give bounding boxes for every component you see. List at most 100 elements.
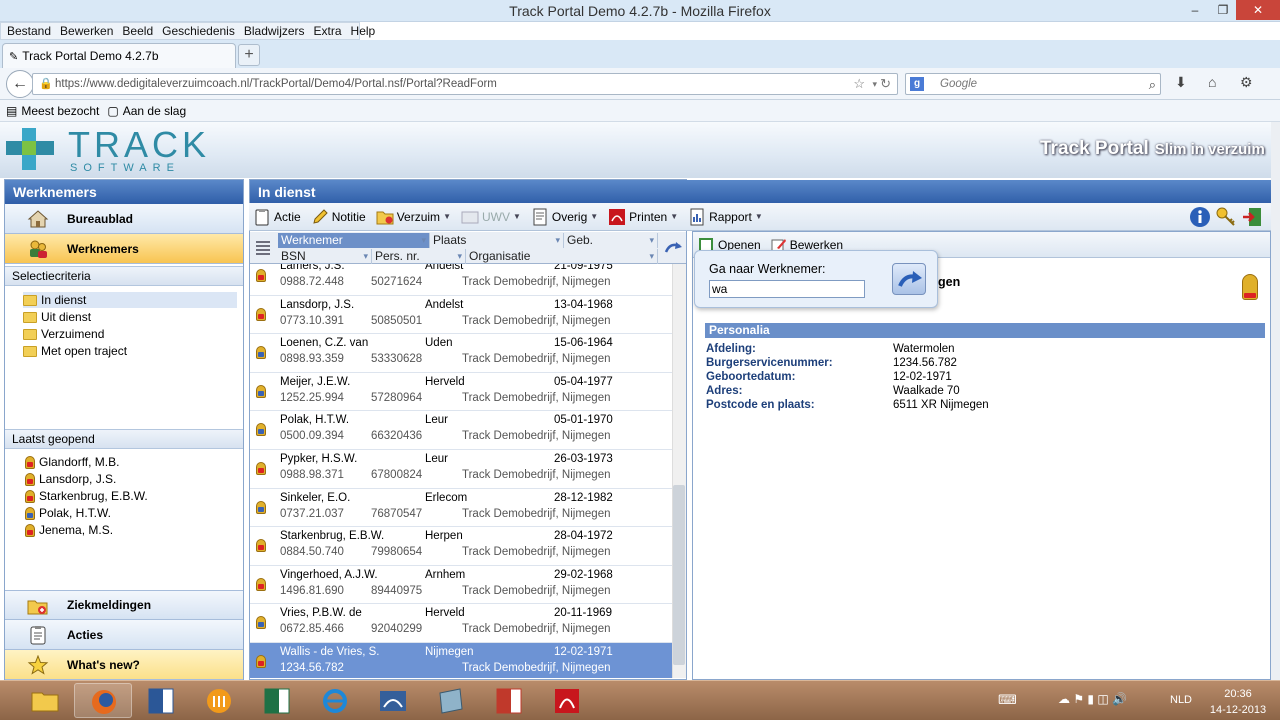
notitie-button[interactable]: Notitie [307,208,366,226]
overig-button[interactable]: Overig ▼ [527,208,598,226]
tree-verzuimend[interactable]: Verzuimend [23,326,104,342]
menu-beeld[interactable]: Beeld [118,24,158,38]
table-row[interactable]: Lansdorp, J.S. Andelst 13-04-1968 0773.10.3… [250,295,672,335]
table-row[interactable]: Loenen, C.Z. van Uden 15-06-1964 0898.93.35… [250,334,672,373]
menu-bestand[interactable]: Bestand [3,24,56,38]
table-row[interactable]: Wallis - de Vries, S. Nijmegen 12-02-1971 1… [250,643,672,678]
taskbar-app3[interactable] [422,683,480,718]
cell-dob: 28-04-1972 [554,530,613,543]
rapport-button[interactable]: Rapport ▼ [684,208,763,226]
uwv-button[interactable]: UWV ▼ [457,208,521,226]
col-pers-nr[interactable]: Pers. nr. [372,249,466,264]
logout-icon[interactable] [1241,206,1263,228]
main-toolbar: Actie Notitie Verzuim ▼ UWV ▼ Overig ▼ Prin… [249,203,1271,231]
taskbar-excel[interactable] [248,683,306,718]
home-icon[interactable]: ⌂ [1208,74,1216,90]
taskbar-acrobat[interactable] [538,683,596,718]
taskbar-ie[interactable] [306,683,364,718]
printen-button[interactable]: Printen ▼ [604,208,678,226]
list-menu-icon[interactable] [254,239,272,257]
table-row[interactable]: Polak, H.T.W. Leur 05-01-1970 0500.09.394 66… [250,411,672,450]
menu-extra[interactable]: Extra [310,24,347,38]
search-field[interactable]: g Google ⌕ [905,73,1161,95]
chevron-down-icon: ▼ [443,212,451,221]
table-row[interactable]: Pypker, H.S.W. Leur 26-03-1973 0988.98.371 6… [250,450,672,489]
list-scrollbar-thumb[interactable] [673,485,685,665]
cell-org: Track Demobedrijf, Nijmegen [462,546,611,559]
close-button[interactable]: ✕ [1236,0,1280,20]
col-organisatie[interactable]: Organisatie [466,249,658,264]
browser-tab[interactable]: ✎ Track Portal Demo 4.2.7b [2,43,236,68]
url-bar[interactable]: 🔒 https://www.dedigitaleverzuimcoach.nl/… [32,73,898,95]
menu-bewerken[interactable]: Bewerken [56,24,118,38]
menu-bladwijzers[interactable]: Bladwijzers [240,24,310,38]
taskbar-app2[interactable] [364,683,422,718]
taskbar-app[interactable] [190,683,248,718]
nav-bureaublad[interactable]: Bureaublad [5,204,243,234]
download-icon[interactable]: ⬇ [1175,74,1187,91]
minimize-button[interactable]: – [1180,0,1210,20]
menu-geschiedenis[interactable]: Geschiedenis [158,24,240,38]
left-panel: Werknemers Bureaublad Werknemers Selecti… [4,179,244,680]
goto-employee-input[interactable] [709,280,865,298]
page-scrollbar[interactable] [1271,122,1280,680]
table-row[interactable]: Sinkeler, E.O. Erlecom 28-12-1982 0737.21.0… [250,488,672,528]
nav-werknemers[interactable]: Werknemers [5,234,243,264]
taskbar-firefox[interactable] [74,683,132,718]
cell-bsn: 1496.81.690 [280,584,344,597]
nav-acties[interactable]: Acties [5,620,243,650]
taskbar-explorer[interactable] [16,683,74,718]
col-geb[interactable]: Geb. [564,233,658,248]
col-plaats[interactable]: Plaats [430,233,564,248]
document-icon [533,208,547,225]
bookmark-aan-de-slag[interactable]: Aan de slag [123,104,186,118]
recent-item[interactable]: Starkenbrug, E.B.W. [25,488,148,504]
table-row[interactable]: Vries, P.B.W. de Herveld 20-11-1969 0672.85… [250,604,672,643]
cell-pers: 76870547 [371,507,423,520]
info-icon[interactable] [1189,206,1211,228]
cell-org: Track Demobedrijf, Nijmegen [462,276,611,288]
addon-icon[interactable]: ⚙ [1240,74,1253,91]
refresh-icon[interactable] [664,240,684,256]
app-title: Track Portal Slim in verzuim [1040,138,1265,160]
menu-help[interactable]: Help [347,24,381,38]
reload-icon[interactable]: ↻ [880,76,891,92]
cell-org: Track Demobedrijf, Nijmegen [462,469,611,481]
recent-item[interactable]: Lansdorp, J.S. [25,471,116,487]
nav-bureaublad-label: Bureaublad [67,211,134,226]
col-bsn[interactable]: BSN [278,249,372,264]
bookmark-star-icon[interactable]: ☆ [853,76,865,92]
taskbar-outlook[interactable] [480,683,538,718]
actie-button[interactable]: Actie [249,208,301,226]
cell-pers: 92040299 [371,623,423,636]
table-row[interactable]: Vingerhoed, A.J.W. Arnhem 29-02-1968 1496.8… [250,565,672,605]
tree-uit-dienst[interactable]: Uit dienst [23,309,91,325]
table-row[interactable]: Lamers, J.S. Andelst 21-09-1975 0988.72.448… [250,264,672,296]
new-tab-button[interactable]: + [238,44,260,66]
taskbar-word[interactable] [132,683,190,718]
tree-met-open-traject[interactable]: Met open traject [23,343,127,359]
nav-ziekmeldingen[interactable]: Ziekmeldingen [5,590,243,620]
history-dropdown-icon[interactable]: ▾ [872,79,877,90]
goto-button[interactable] [892,263,926,295]
key-icon[interactable] [1215,206,1237,228]
nav-whats-new[interactable]: What's new? [5,650,243,680]
keyboard-icon[interactable]: ⌨ [998,692,1017,708]
back-button[interactable]: ← [6,70,34,98]
bookmark-folder-icon: ▤ [6,103,18,118]
recent-item[interactable]: Polak, H.T.W. [25,505,111,521]
restore-button[interactable]: ❐ [1210,0,1236,20]
table-row[interactable]: Meijer, J.E.W. Herveld 05-04-1977 1252.25.9… [250,372,672,412]
tree-in-dienst[interactable]: In dienst [23,292,237,308]
table-row[interactable]: Starkenbrug, E.B.W. Herpen 28-04-1972 0884.… [250,527,672,566]
bookmark-meest-bezocht[interactable]: Meest bezocht [21,104,99,118]
language-indicator[interactable]: NLD [1170,694,1192,706]
chevron-down-icon: ▼ [754,212,763,221]
search-icon[interactable]: ⌕ [1149,75,1156,95]
tray-icons[interactable]: ☁ ⚑ ▮ ◫ 🔊 [1058,692,1127,706]
clock[interactable]: 20:36 14-12-2013 [1198,686,1278,718]
col-werknemer[interactable]: Werknemer [278,233,430,248]
recent-item[interactable]: Jenema, M.S. [25,522,113,538]
verzuim-button[interactable]: Verzuim ▼ [372,208,451,226]
recent-item[interactable]: Glandorff, M.B. [25,454,119,470]
